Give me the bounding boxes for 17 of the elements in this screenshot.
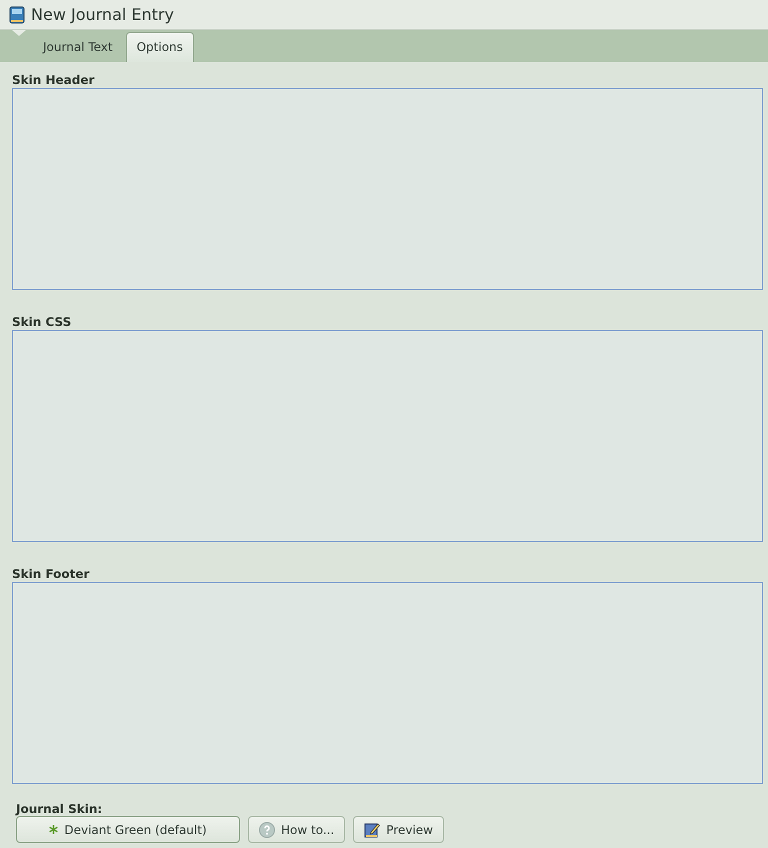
text-area[interactable]: [12, 88, 763, 290]
help-button[interactable]: How to...: [248, 816, 346, 843]
asterisk-icon: [49, 825, 58, 834]
preview-button[interactable]: Preview: [353, 816, 444, 843]
book-icon: [9, 6, 25, 24]
field-label: Skin CSS: [12, 315, 72, 329]
notebook-pencil-icon: [364, 822, 380, 838]
skin-select-button[interactable]: Deviant Green (default): [16, 816, 240, 843]
help-icon: [259, 822, 275, 838]
field-label: Journal Skin:: [16, 802, 104, 816]
field-label: Skin Header: [12, 73, 96, 87]
text-area[interactable]: [12, 330, 763, 542]
tab[interactable]: Journal Text: [32, 32, 124, 62]
window-title: New Journal Entry: [31, 4, 174, 24]
field-label: Skin Footer: [12, 567, 90, 581]
tab[interactable]: Options: [126, 32, 194, 62]
text-area[interactable]: [12, 582, 763, 784]
